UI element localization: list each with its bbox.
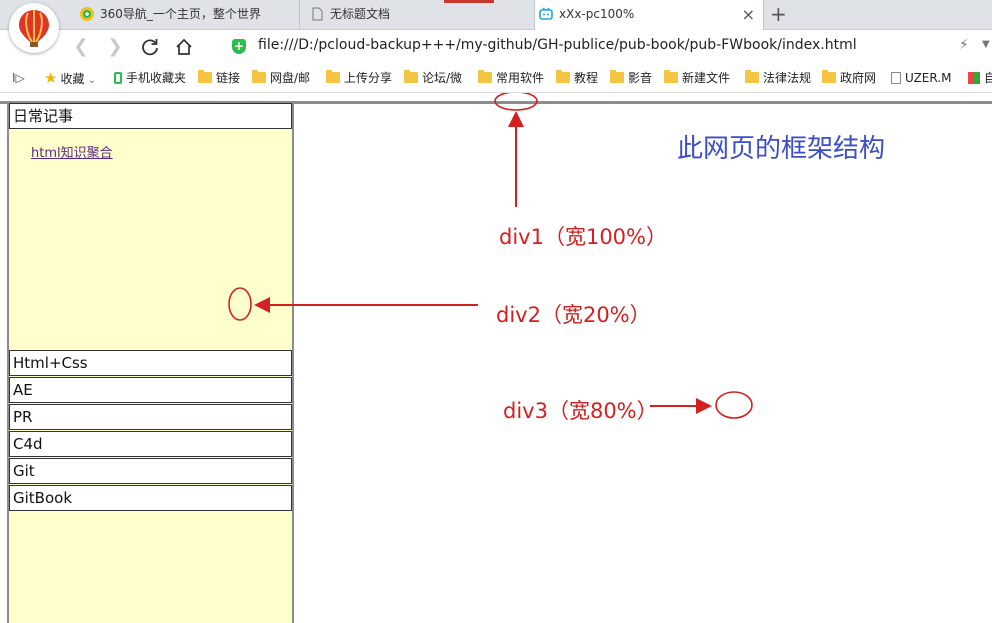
menu-item-c4d[interactable]: C4d <box>9 431 292 457</box>
url-text: file:///D:/pcloud-backup+++/my-github/GH… <box>258 37 857 53</box>
doc-icon <box>891 72 901 84</box>
tab-strip: 360导航_一个主页，整个世界 无标题文档 xXx-pc100% × + <box>0 0 992 30</box>
secure-shield-icon: + <box>232 39 246 54</box>
back-icon[interactable]: ❮ <box>70 36 92 58</box>
tab-360-nav[interactable]: 360导航_一个主页，整个世界 <box>76 0 300 29</box>
page-viewport: 日常记事 html知识聚合 Html+Css AE PR C4d Git Git… <box>0 93 992 623</box>
bookmark-label: 政府网 <box>840 71 877 85</box>
folder-icon <box>404 70 418 83</box>
bookmark-item[interactable]: 链接 <box>198 65 240 92</box>
bookmark-label: 链接 <box>216 71 241 85</box>
close-tab-icon[interactable]: × <box>742 0 755 29</box>
tiles-icon <box>968 72 980 84</box>
phone-icon <box>114 72 122 84</box>
bookmark-item[interactable]: 上传分享 <box>326 65 392 92</box>
bookmark-item[interactable]: 新建文件 <box>664 65 734 92</box>
speed-mode-icon[interactable]: ⚡ <box>959 37 969 53</box>
folder-icon <box>664 70 678 83</box>
bookmark-label: 论坛/微 <box>422 71 463 85</box>
folder-icon <box>198 70 212 83</box>
star-icon: ★ <box>44 69 58 87</box>
bookmark-label: 收藏 <box>60 72 85 86</box>
sublink-html[interactable]: html知识聚合 <box>31 142 113 161</box>
document-icon <box>312 7 323 21</box>
home-icon[interactable] <box>173 36 195 58</box>
folder-icon <box>326 70 340 83</box>
folder-icon <box>745 70 759 83</box>
menu-item-ae[interactable]: AE <box>9 377 292 403</box>
div1-annotation: div1（宽100%） <box>499 225 667 249</box>
browser-logo-icon[interactable] <box>9 3 59 53</box>
chevron-down-icon[interactable]: ▼ <box>982 39 990 50</box>
bookmark-item[interactable]: 法律法规 <box>745 65 811 92</box>
bookmark-item[interactable]: 网盘/邮 <box>252 65 312 92</box>
bookmark-label: 教程 <box>574 71 599 85</box>
bookmark-item[interactable]: ★ 收藏 ⌄ <box>44 65 96 92</box>
folder-icon <box>822 70 836 83</box>
folder-icon <box>556 70 570 83</box>
bookmark-label: 影音 <box>628 71 653 85</box>
bookmark-label: 法律法规 <box>763 71 812 85</box>
bookmark-label: 网盘/邮 <box>270 71 311 85</box>
tab-label: 无标题文档 <box>330 7 391 21</box>
menu-item-gitbook[interactable]: GitBook <box>9 485 292 511</box>
reload-icon[interactable] <box>139 36 161 58</box>
page-structure-note: 此网页的框架结构 <box>677 134 886 164</box>
bookmark-item[interactable]: 政府网 <box>822 65 876 92</box>
navigation-bar: ❮ ❯ + file:///D:/pcloud-backup+++/my-git… <box>0 30 992 64</box>
bookmark-label: 手机收藏夹 <box>126 71 187 85</box>
bookmark-item[interactable]: UZER.M <box>891 65 957 92</box>
div2-annotation: div2（宽20%） <box>496 303 651 327</box>
bookmarks-bar: I▷ ★ 收藏 ⌄ 手机收藏夹 链接 网盘/邮 上传分享 论坛/微 常用软件 教程… <box>0 65 992 93</box>
bookmark-item[interactable]: 手机收藏夹 <box>114 65 186 92</box>
menu-item-pr[interactable]: PR <box>9 404 292 430</box>
bookmark-item[interactable]: 教程 <box>556 65 598 92</box>
folder-icon <box>478 70 492 83</box>
bookmark-label: UZER.M <box>905 71 952 85</box>
folder-icon <box>610 70 624 83</box>
bookmark-label: 新建文件 <box>682 71 731 85</box>
menu-item-git[interactable]: Git <box>9 458 292 484</box>
tab-untitled[interactable]: 无标题文档 <box>306 0 532 29</box>
bookmark-item[interactable]: 常用软件 <box>478 65 544 92</box>
360-logo-icon <box>80 7 94 21</box>
bookmarks-toggle-icon[interactable]: I▷ <box>12 65 25 92</box>
bookmark-label: 上传分享 <box>344 71 393 85</box>
bookmark-item[interactable]: 论坛/微 <box>404 65 466 92</box>
div3-annotation: div3（宽80%） <box>503 399 658 423</box>
address-bar[interactable]: + file:///D:/pcloud-backup+++/my-github/… <box>228 34 948 60</box>
menu-item-htmlcss[interactable]: Html+Css <box>9 350 292 376</box>
folder-icon <box>252 70 266 83</box>
div3-marker-ellipse <box>715 391 753 419</box>
bookmark-label: 常用软件 <box>496 71 545 85</box>
bookmark-item[interactable]: 影音 <box>610 65 652 92</box>
tab-label: 360导航_一个主页，整个世界 <box>100 7 261 21</box>
tab-label: xXx-pc100% <box>559 7 635 21</box>
menu-item-daily[interactable]: 日常记事 <box>9 103 292 129</box>
forward-icon[interactable]: ❯ <box>104 36 126 58</box>
bookmark-item[interactable]: 自 <box>968 65 992 92</box>
new-tab-button[interactable]: + <box>770 2 787 26</box>
bookmark-label: 自 <box>984 71 992 85</box>
bilibili-tv-icon <box>539 7 553 20</box>
sidebar-div2: 日常记事 html知识聚合 Html+Css AE PR C4d Git Git… <box>7 103 294 623</box>
tab-active[interactable]: xXx-pc100% × <box>534 0 764 30</box>
